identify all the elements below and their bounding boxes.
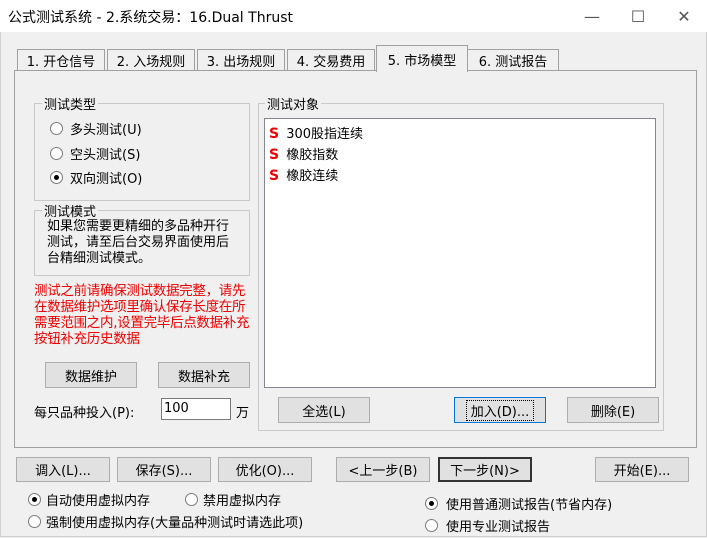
list-item[interactable]: S 300股指连续 [269,123,363,142]
list-item[interactable]: S 橡胶指数 [269,144,338,163]
close-icon[interactable]: ✕ [661,0,707,32]
start-button[interactable]: 开始(E)... [595,457,689,482]
short-test-radio[interactable] [50,147,63,160]
button-label: 加入(D)... [465,399,535,421]
normal-report-radio[interactable] [425,497,438,510]
tab-open-signal[interactable]: 1. 开仓信号 [17,49,105,70]
force-virtual-memory-radio[interactable] [28,515,41,528]
select-all-button[interactable]: 全选(L) [278,397,370,423]
tab-market-model[interactable]: 5. 市场模型 [376,45,468,72]
button-label: 删除(E) [590,404,636,420]
button-label: 保存(S)... [135,464,193,479]
investment-input[interactable]: 100 [161,398,231,420]
test-objects-label: 测试对象 [265,94,322,113]
disable-virtual-memory-label[interactable]: 禁用虚拟内存 [203,490,281,509]
investment-unit: 万 [236,406,250,421]
tab-test-report[interactable]: 6. 测试报告 [467,49,559,70]
bidirectional-test-radio[interactable] [50,171,63,184]
tab-exit-rules[interactable]: 3. 出场规则 [197,49,285,70]
pro-report-radio[interactable] [425,519,438,532]
optimize-button[interactable]: 优化(O)... [218,457,312,482]
auto-virtual-memory-radio[interactable] [28,493,41,506]
list-item-label: 橡胶指数 [286,148,339,163]
maximize-icon[interactable]: ☐ [615,0,661,32]
prev-step-button[interactable]: <上一步(B) [336,457,430,482]
tab-label: 3. 出场规则 [206,54,276,70]
button-label: 调入(L)... [35,464,91,479]
force-virtual-memory-label[interactable]: 强制使用虚拟内存(大量品种测试时请选此项) [46,512,303,531]
auto-virtual-memory-label[interactable]: 自动使用虚拟内存 [46,490,150,509]
button-label: 优化(O)... [235,464,295,479]
stock-s-icon: S [269,168,280,184]
list-item-label: 橡胶连续 [286,169,339,184]
data-warning-text: 测试之前请确保测试数据完整，请先在数据维护选项里确认保存长度在所需要范围之内,设… [34,283,250,347]
long-test-radio[interactable] [50,122,63,135]
normal-report-label[interactable]: 使用普通测试报告(节省内存) [446,494,612,513]
stock-s-icon: S [269,147,280,163]
button-label: 开始(E)... [613,464,671,479]
next-step-button[interactable]: 下一步(N)> [438,457,532,482]
test-objects-list[interactable]: S 300股指连续 S 橡胶指数 S 橡胶连续 [264,118,656,388]
save-button[interactable]: 保存(S)... [117,457,211,482]
disable-virtual-memory-radio[interactable] [185,493,198,506]
button-label: 下一步(N)> [450,464,520,479]
window-title: 公式测试系统 - 2.系统交易：16.Dual Thrust [8,10,293,26]
data-supplement-button[interactable]: 数据补充 [158,362,250,388]
button-label: 数据维护 [64,369,117,385]
tab-label: 2. 入场规则 [116,54,186,70]
minimize-icon[interactable]: — [569,0,615,32]
add-button[interactable]: 加入(D)... [454,397,546,423]
button-label: <上一步(B) [348,464,418,479]
tab-label: 6. 测试报告 [478,54,548,70]
test-type-label: 测试类型 [42,94,99,113]
delete-button[interactable]: 删除(E) [567,397,659,423]
tab-label: 4. 交易费用 [296,54,366,70]
tab-trade-cost[interactable]: 4. 交易费用 [287,49,375,70]
long-test-label[interactable]: 多头测试(U) [70,119,142,138]
list-item-label: 300股指连续 [286,127,364,142]
import-button[interactable]: 调入(L)... [16,457,110,482]
investment-label: 每只品种投入(P): [34,406,135,421]
pro-report-label[interactable]: 使用专业测试报告 [446,516,550,535]
tab-label: 5. 市场模型 [387,53,457,69]
list-item[interactable]: S 橡胶连续 [269,165,338,184]
test-mode-label: 测试模式 [42,201,99,220]
button-label: 数据补充 [177,369,230,385]
button-label: 全选(L) [302,404,346,420]
short-test-label[interactable]: 空头测试(S) [70,144,140,163]
title-bar: 公式测试系统 - 2.系统交易：16.Dual Thrust — ☐ ✕ [0,0,707,32]
tab-entry-rules[interactable]: 2. 入场规则 [107,49,195,70]
test-mode-text: 如果您需要更精细的多品种开行测试，请至后台交易界面使用后台精细测试模式。 [47,219,230,266]
data-maintain-button[interactable]: 数据维护 [45,362,137,388]
bidirectional-test-label[interactable]: 双向测试(O) [70,168,142,187]
tab-label: 1. 开仓信号 [26,54,96,70]
stock-s-icon: S [269,126,280,142]
